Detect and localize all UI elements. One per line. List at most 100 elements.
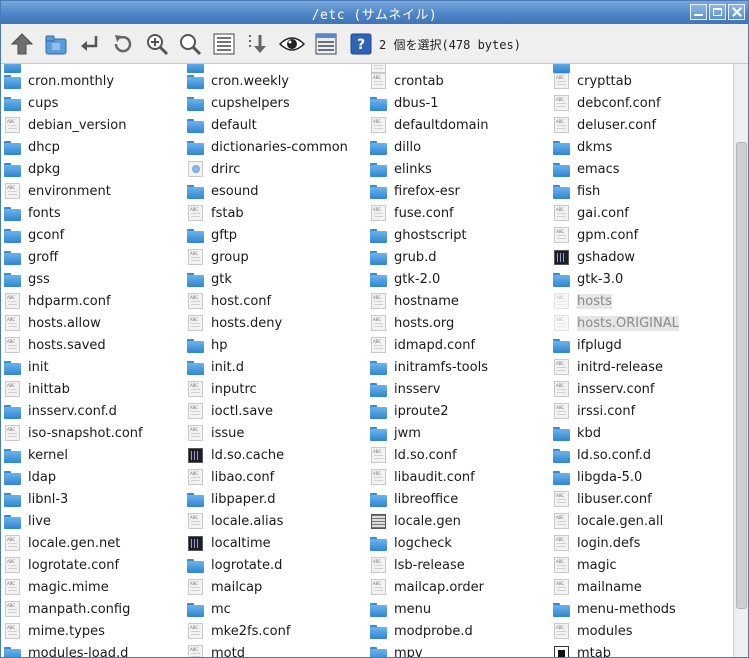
file-item[interactable]: libuser.conf	[550, 489, 652, 509]
file-item[interactable]: ldap	[1, 467, 56, 487]
file-item[interactable]: insserv.conf.d	[1, 401, 117, 421]
file-item[interactable]: init.d	[184, 357, 244, 377]
file-item[interactable]: jwm	[367, 423, 421, 443]
file-item[interactable]: dbus-1	[367, 93, 438, 113]
file-item[interactable]: gai.conf	[550, 203, 629, 223]
file-item[interactable]: menu-methods	[550, 599, 676, 619]
file-item[interactable]: cups	[1, 93, 58, 113]
file-item[interactable]: iproute2	[367, 401, 448, 421]
file-item[interactable]: menu	[367, 599, 431, 619]
file-item[interactable]: motd	[184, 643, 245, 657]
file-item[interactable]: gconf	[1, 225, 64, 245]
file-item[interactable]: libaudit.conf	[367, 467, 475, 487]
file-item[interactable]: default	[184, 115, 257, 135]
file-item[interactable]: esound	[184, 181, 258, 201]
list-view-icon[interactable]	[211, 31, 237, 57]
file-item[interactable]: dillo	[367, 137, 421, 157]
eye-icon[interactable]	[279, 31, 305, 57]
file-item[interactable]: gtk-2.0	[367, 269, 440, 289]
file-item[interactable]: hosts.allow	[1, 313, 101, 333]
file-item[interactable]: magic	[550, 555, 617, 575]
file-item[interactable]: fonts	[1, 203, 61, 223]
file-item[interactable]: grub.d	[367, 247, 436, 267]
file-item[interactable]: gshadow	[550, 247, 635, 267]
vertical-scrollbar[interactable]	[733, 64, 748, 657]
file-item[interactable]: inputrc	[184, 379, 257, 399]
file-item[interactable]: ld.so.conf	[367, 445, 457, 465]
file-item[interactable]: deluser.conf	[550, 115, 656, 135]
file-item[interactable]: initrd-release	[550, 357, 663, 377]
zoom-out-icon[interactable]	[177, 31, 203, 57]
file-item[interactable]: cron.weekly	[184, 71, 289, 91]
file-item[interactable]: mpv	[367, 643, 423, 657]
file-item[interactable]: idmapd.conf	[367, 335, 475, 355]
minimize-button[interactable]	[690, 4, 707, 20]
file-item[interactable]: logcheck	[367, 533, 452, 553]
file-item[interactable]: ld.so.conf.d	[550, 445, 651, 465]
go-arrow-icon[interactable]	[77, 31, 103, 57]
file-item[interactable]: hdparm.conf	[1, 291, 111, 311]
file-item[interactable]: cron.monthly	[1, 71, 114, 91]
file-item[interactable]: live	[1, 511, 51, 531]
file-item[interactable]: hp	[184, 335, 228, 355]
close-button[interactable]	[728, 4, 745, 20]
file-item[interactable]: gtk-3.0	[550, 269, 623, 289]
file-item[interactable]: insserv	[367, 379, 440, 399]
maximize-button[interactable]	[709, 4, 726, 20]
file-item[interactable]: gftp	[184, 225, 237, 245]
file-item[interactable]: localtime	[184, 533, 271, 553]
file-item[interactable]: kernel	[1, 445, 68, 465]
file-item[interactable]: locale.gen	[367, 511, 461, 531]
file-item[interactable]: libgda-5.0	[550, 467, 642, 487]
refresh-icon[interactable]	[110, 31, 136, 57]
file-item[interactable]: manpath.config	[1, 599, 130, 619]
file-item[interactable]: hosts.ORIGINAL	[550, 313, 679, 333]
file-item[interactable]: ioctl.save	[184, 401, 273, 421]
file-item[interactable]: logrotate.d	[184, 555, 282, 575]
file-item[interactable]: hosts	[550, 291, 612, 311]
file-item[interactable]: libreoffice	[367, 489, 458, 509]
file-item[interactable]: init	[1, 357, 49, 377]
sort-icon[interactable]	[245, 31, 271, 57]
file-item[interactable]: dictionaries-common	[184, 137, 348, 157]
file-item[interactable]: lsb-release	[367, 555, 465, 575]
file-item[interactable]: environment	[1, 181, 111, 201]
file-item[interactable]: dhcp	[1, 137, 60, 157]
file-item[interactable]: fish	[550, 181, 600, 201]
file-item[interactable]: ifplugd	[550, 335, 622, 355]
file-item[interactable]: mailcap.order	[367, 577, 484, 597]
file-item[interactable]: modprobe.d	[367, 621, 473, 641]
file-item[interactable]: irssi.conf	[550, 401, 635, 421]
help-icon[interactable]: ?	[348, 31, 374, 57]
home-icon[interactable]	[43, 31, 69, 57]
file-item[interactable]: magic.mime	[1, 577, 109, 597]
file-item[interactable]: mailcap	[184, 577, 262, 597]
file-item[interactable]: mtab	[550, 643, 611, 657]
file-item[interactable]: dpkg	[1, 159, 60, 179]
file-item[interactable]: mke2fs.conf	[184, 621, 290, 641]
file-item[interactable]: locale.alias	[184, 511, 283, 531]
file-item[interactable]: gpm.conf	[550, 225, 638, 245]
file-item[interactable]: mime.types	[1, 621, 105, 641]
scrollbar-thumb[interactable]	[736, 142, 747, 609]
file-item[interactable]: fuse.conf	[367, 203, 454, 223]
file-item[interactable]: ghostscript	[367, 225, 467, 245]
file-item[interactable]: crypttab	[550, 71, 632, 91]
file-item[interactable]: kbd	[550, 423, 601, 443]
file-item[interactable]: libnl-3	[1, 489, 68, 509]
file-item[interactable]: hosts.saved	[1, 335, 106, 355]
file-item[interactable]: modules-load.d	[1, 643, 128, 657]
file-item[interactable]: gtk	[184, 269, 232, 289]
file-item[interactable]: modules	[550, 621, 633, 641]
file-item[interactable]: libpaper.d	[184, 489, 275, 509]
up-arrow-icon[interactable]	[9, 31, 35, 57]
file-item[interactable]: hosts.deny	[184, 313, 282, 333]
file-item[interactable]: inittab	[1, 379, 70, 399]
file-item[interactable]: crontab	[367, 71, 444, 91]
file-item[interactable]: ld.so.cache	[184, 445, 284, 465]
details-view-icon[interactable]	[313, 31, 339, 57]
file-item[interactable]: logrotate.conf	[1, 555, 119, 575]
file-item[interactable]: mailname	[550, 577, 642, 597]
file-item[interactable]: firefox-esr	[367, 181, 460, 201]
title-bar[interactable]: /etc (サムネイル)	[1, 1, 748, 24]
